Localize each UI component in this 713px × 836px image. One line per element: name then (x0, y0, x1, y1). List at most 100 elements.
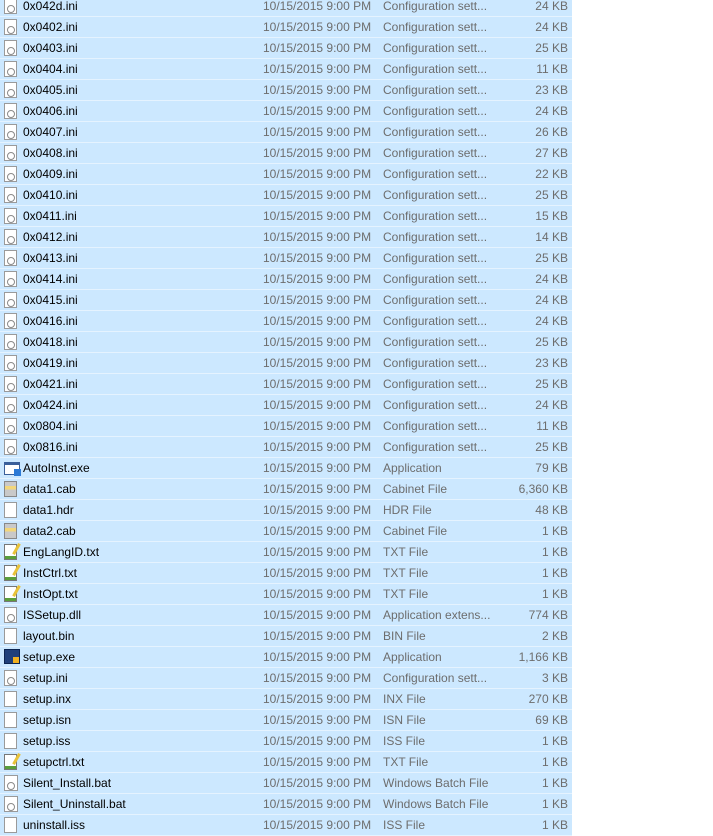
file-row[interactable]: setupctrl.txt 10/15/2015 9:00 PM TXT File 1… (0, 752, 572, 773)
file-name: 0x0407.ini (23, 125, 78, 139)
file-name: 0x0404.ini (23, 62, 78, 76)
ini-file-icon (4, 439, 17, 455)
file-size: 1 KB (541, 524, 568, 538)
file-type: Cabinet File (383, 524, 448, 538)
file-row[interactable]: ISSetup.dll 10/15/2015 9:00 PM Application… (0, 605, 572, 626)
file-type: Configuration sett... (383, 398, 488, 412)
file-row[interactable]: 0x0406.ini 10/15/2015 9:00 PM Configuratio… (0, 101, 572, 122)
file-row[interactable]: EngLangID.txt 10/15/2015 9:00 PM TXT File 1… (0, 542, 572, 563)
ini-file-icon (4, 19, 17, 35)
file-row[interactable]: setup.iss 10/15/2015 9:00 PM ISS File 1 KB (0, 731, 572, 752)
cab-file-icon (4, 523, 17, 539)
blank-file-icon (4, 733, 17, 749)
file-date: 10/15/2015 9:00 PM (263, 671, 372, 685)
file-row[interactable]: setup.inx 10/15/2015 9:00 PM INX File 270 K… (0, 689, 572, 710)
file-name: InstCtrl.txt (23, 566, 78, 580)
file-size: 1 KB (541, 818, 568, 832)
file-row[interactable]: 0x0403.ini 10/15/2015 9:00 PM Configuratio… (0, 38, 572, 59)
file-size: 1 KB (541, 797, 568, 811)
file-row[interactable]: 0x042d.ini 10/15/2015 9:00 PM Configuratio… (0, 0, 572, 17)
file-name: 0x0412.ini (23, 230, 78, 244)
file-row[interactable]: 0x0804.ini 10/15/2015 9:00 PM Configuratio… (0, 416, 572, 437)
file-row[interactable]: setup.ini 10/15/2015 9:00 PM Configuration… (0, 668, 572, 689)
file-type: Configuration sett... (383, 188, 488, 202)
file-name: 0x0421.ini (23, 377, 78, 391)
file-list: 0x042d.ini 10/15/2015 9:00 PM Configuratio… (0, 0, 572, 836)
file-row[interactable]: layout.bin 10/15/2015 9:00 PM BIN File 2 KB (0, 626, 572, 647)
file-type: Windows Batch File (383, 797, 489, 811)
txt-file-icon (4, 565, 17, 581)
file-row[interactable]: InstCtrl.txt 10/15/2015 9:00 PM TXT File 1 … (0, 563, 572, 584)
file-type: Configuration sett... (383, 272, 488, 286)
file-row[interactable]: setup.exe 10/15/2015 9:00 PM Application 1,… (0, 647, 572, 668)
file-size: 23 KB (535, 83, 568, 97)
file-type: INX File (383, 692, 426, 706)
setup-file-icon (4, 649, 20, 664)
file-type: Configuration sett... (383, 293, 488, 307)
file-name: setup.exe (23, 650, 76, 664)
file-row[interactable]: 0x0421.ini 10/15/2015 9:00 PM Configuratio… (0, 374, 572, 395)
file-type: Configuration sett... (383, 209, 488, 223)
file-row[interactable]: 0x0409.ini 10/15/2015 9:00 PM Configuratio… (0, 164, 572, 185)
file-size: 24 KB (535, 398, 568, 412)
file-row[interactable]: 0x0412.ini 10/15/2015 9:00 PM Configuratio… (0, 227, 572, 248)
file-row[interactable]: 0x0416.ini 10/15/2015 9:00 PM Configuratio… (0, 311, 572, 332)
file-row[interactable]: Silent_Uninstall.bat 10/15/2015 9:00 PM Wi… (0, 794, 572, 815)
file-date: 10/15/2015 9:00 PM (263, 482, 372, 496)
file-row[interactable]: 0x0418.ini 10/15/2015 9:00 PM Configuratio… (0, 332, 572, 353)
file-row[interactable]: setup.isn 10/15/2015 9:00 PM ISN File 69 KB (0, 710, 572, 731)
file-row[interactable]: AutoInst.exe 10/15/2015 9:00 PM Applicatio… (0, 458, 572, 479)
file-row[interactable]: 0x0408.ini 10/15/2015 9:00 PM Configuratio… (0, 143, 572, 164)
file-name: data1.hdr (23, 503, 74, 517)
file-date: 10/15/2015 9:00 PM (263, 272, 372, 286)
file-size: 15 KB (535, 209, 568, 223)
file-size: 23 KB (535, 356, 568, 370)
file-name: AutoInst.exe (23, 461, 90, 475)
file-row[interactable]: data1.hdr 10/15/2015 9:00 PM HDR File 48 KB (0, 500, 572, 521)
file-name: 0x0414.ini (23, 272, 78, 286)
file-row[interactable]: 0x0404.ini 10/15/2015 9:00 PM Configuratio… (0, 59, 572, 80)
dll-file-icon (4, 607, 17, 623)
file-row[interactable]: 0x0424.ini 10/15/2015 9:00 PM Configuratio… (0, 395, 572, 416)
file-row[interactable]: 0x0414.ini 10/15/2015 9:00 PM Configuratio… (0, 269, 572, 290)
file-row[interactable]: Silent_Install.bat 10/15/2015 9:00 PM Wind… (0, 773, 572, 794)
ini-file-icon (4, 250, 17, 266)
txt-file-icon (4, 544, 17, 560)
file-type: Configuration sett... (383, 230, 488, 244)
ini-file-icon (4, 166, 17, 182)
file-row[interactable]: InstOpt.txt 10/15/2015 9:00 PM TXT File 1 K… (0, 584, 572, 605)
ini-file-icon (4, 61, 17, 77)
file-row[interactable]: 0x0419.ini 10/15/2015 9:00 PM Configuratio… (0, 353, 572, 374)
file-size: 25 KB (535, 251, 568, 265)
file-row[interactable]: 0x0407.ini 10/15/2015 9:00 PM Configuratio… (0, 122, 572, 143)
ini-file-icon (4, 418, 17, 434)
file-date: 10/15/2015 9:00 PM (263, 461, 372, 475)
file-size: 6,360 KB (518, 482, 568, 496)
bat-file-icon (4, 796, 18, 812)
file-date: 10/15/2015 9:00 PM (263, 20, 372, 34)
file-date: 10/15/2015 9:00 PM (263, 83, 372, 97)
file-type: Configuration sett... (383, 419, 488, 433)
file-row[interactable]: data1.cab 10/15/2015 9:00 PM Cabinet File 6… (0, 479, 572, 500)
file-row[interactable]: uninstall.iss 10/15/2015 9:00 PM ISS File 1… (0, 815, 572, 836)
file-row[interactable]: 0x0405.ini 10/15/2015 9:00 PM Configuratio… (0, 80, 572, 101)
file-type: Application (383, 461, 442, 475)
file-row[interactable]: 0x0415.ini 10/15/2015 9:00 PM Configuratio… (0, 290, 572, 311)
file-size: 1 KB (541, 776, 568, 790)
file-date: 10/15/2015 9:00 PM (263, 503, 372, 517)
file-type: Application (383, 650, 442, 664)
ini-file-icon (4, 145, 17, 161)
file-row[interactable]: 0x0413.ini 10/15/2015 9:00 PM Configuratio… (0, 248, 572, 269)
file-date: 10/15/2015 9:00 PM (263, 293, 372, 307)
file-row[interactable]: 0x0816.ini 10/15/2015 9:00 PM Configuratio… (0, 437, 572, 458)
file-name: ISSetup.dll (23, 608, 82, 622)
file-row[interactable]: 0x0402.ini 10/15/2015 9:00 PM Configuratio… (0, 17, 572, 38)
file-name: 0x0405.ini (23, 83, 78, 97)
file-row[interactable]: 0x0410.ini 10/15/2015 9:00 PM Configuratio… (0, 185, 572, 206)
file-row[interactable]: data2.cab 10/15/2015 9:00 PM Cabinet File 1… (0, 521, 572, 542)
file-size: 14 KB (535, 230, 568, 244)
file-type: Configuration sett... (383, 125, 488, 139)
file-name: data1.cab (23, 482, 76, 496)
file-row[interactable]: 0x0411.ini 10/15/2015 9:00 PM Configuratio… (0, 206, 572, 227)
file-name: setup.iss (23, 734, 71, 748)
